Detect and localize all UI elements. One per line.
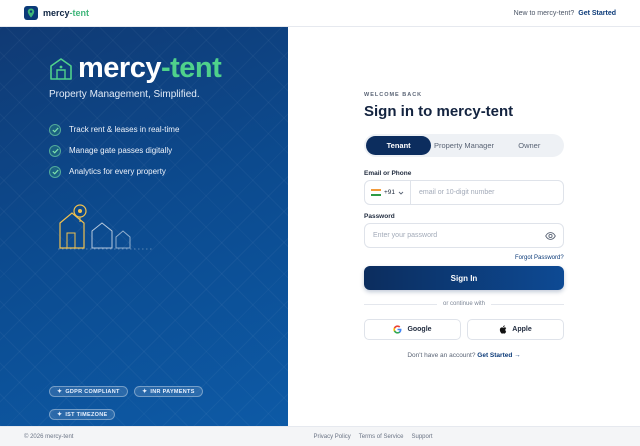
footer-links: Privacy Policy Terms of Service Support	[313, 434, 432, 440]
check-icon	[49, 144, 61, 157]
india-flag-icon	[371, 189, 381, 196]
hero-title: mercy-tent	[78, 52, 222, 85]
eye-icon[interactable]	[545, 231, 556, 240]
sign-in-button[interactable]: Sign In	[364, 266, 564, 290]
hero-panel: mercy-tent Property Management, Simplifi…	[0, 27, 288, 426]
badge-group: ✦ GDPR COMPLIANT ✦ INR PAYMENTS ✦ IST TIMEZ…	[49, 380, 249, 426]
privacy-policy-link[interactable]: Privacy Policy	[313, 434, 350, 440]
country-code-select[interactable]: +91	[365, 181, 412, 204]
hero-brand-accent: -tent	[160, 52, 222, 84]
feature-list: Track rent & leases in real-time Manage …	[49, 119, 179, 182]
terms-link[interactable]: Terms of Service	[359, 434, 404, 440]
forgot-password-link[interactable]: Forgot Password?	[515, 255, 564, 261]
role-switcher: Tenant Property Manager Owner	[364, 134, 564, 157]
feature-item: Track rent & leases in real-time	[49, 119, 179, 140]
hero-tagline: Property Management, Simplified.	[49, 89, 200, 100]
apple-icon	[500, 325, 507, 334]
badge-label: IST TIMEZONE	[65, 411, 108, 418]
sparkle-icon: ✦	[57, 389, 63, 395]
logo-icon[interactable]	[24, 6, 38, 20]
email-field[interactable]: +91 email or 10-digit number	[364, 180, 564, 205]
get-started-link[interactable]: Get Started	[578, 10, 616, 17]
google-button[interactable]: Google	[364, 319, 461, 340]
signup-question: New to mercy-tent?	[513, 9, 575, 17]
signup-prompt: Don't have an account?	[407, 352, 476, 359]
hero-brand-main: mercy	[78, 52, 161, 84]
apple-label: Apple	[512, 326, 532, 333]
apple-button[interactable]: Apple	[467, 319, 564, 340]
google-label: Google	[407, 326, 432, 333]
houses-illustration	[58, 204, 154, 250]
page-title: Sign in to mercy-tent	[364, 103, 514, 120]
badge-inr: ✦ INR PAYMENTS	[134, 386, 203, 397]
brand-main: mercy	[43, 8, 70, 18]
signin-panel: WELCOME BACK Sign in to mercy-tent Tenan…	[288, 27, 640, 426]
sparkle-icon: ✦	[57, 412, 63, 418]
sparkle-icon: ✦	[142, 389, 148, 395]
feature-text: Analytics for every property	[69, 167, 166, 176]
tab-tenant[interactable]: Tenant	[366, 136, 432, 155]
welcome-eyebrow: WELCOME BACK	[364, 92, 423, 98]
email-label: Email or Phone	[364, 170, 412, 177]
email-input[interactable]: email or 10-digit number	[411, 189, 494, 196]
top-right: New to mercy-tent? Get Started	[514, 10, 616, 17]
tab-owner[interactable]: Owner	[497, 136, 562, 155]
support-link[interactable]: Support	[411, 434, 432, 440]
top-navbar: mercy-tent New to mercy-tent? Get Starte…	[0, 0, 640, 27]
google-icon	[393, 325, 402, 334]
badge-gdpr: ✦ GDPR COMPLIANT	[49, 386, 128, 397]
password-label: Password	[364, 213, 395, 220]
tab-property-manager[interactable]: Property Manager	[431, 136, 496, 155]
copyright: © 2026 mercy-tent	[24, 433, 74, 440]
badge-label: INR PAYMENTS	[150, 388, 195, 395]
check-icon	[49, 123, 61, 136]
feature-text: Track rent & leases in real-time	[69, 125, 180, 134]
country-code: +91	[384, 189, 396, 196]
brand-accent: -tent	[69, 8, 90, 18]
signup-row: Don't have an account? Get Started →	[364, 352, 564, 359]
home-pin-icon	[50, 57, 72, 80]
footer: © 2026 mercy-tent Privacy Policy Terms o…	[0, 426, 640, 446]
feature-item: Analytics for every property	[49, 161, 179, 182]
get-started-bottom-link[interactable]: Get Started →	[477, 352, 520, 359]
hero-logo: mercy-tent	[50, 52, 222, 85]
feature-text: Manage gate passes digitally	[69, 146, 173, 155]
password-input[interactable]: Enter your password	[365, 232, 437, 239]
badge-label: GDPR COMPLIANT	[65, 388, 120, 395]
badge-ist: ✦ IST TIMEZONE	[49, 409, 116, 420]
check-icon	[49, 165, 61, 178]
password-field[interactable]: Enter your password	[364, 223, 564, 248]
divider: or continue with	[364, 301, 564, 307]
divider-text: or continue with	[442, 301, 486, 307]
chevron-down-icon	[398, 191, 404, 195]
feature-item: Manage gate passes digitally	[49, 140, 179, 161]
brand-name[interactable]: mercy-tent	[43, 8, 89, 18]
